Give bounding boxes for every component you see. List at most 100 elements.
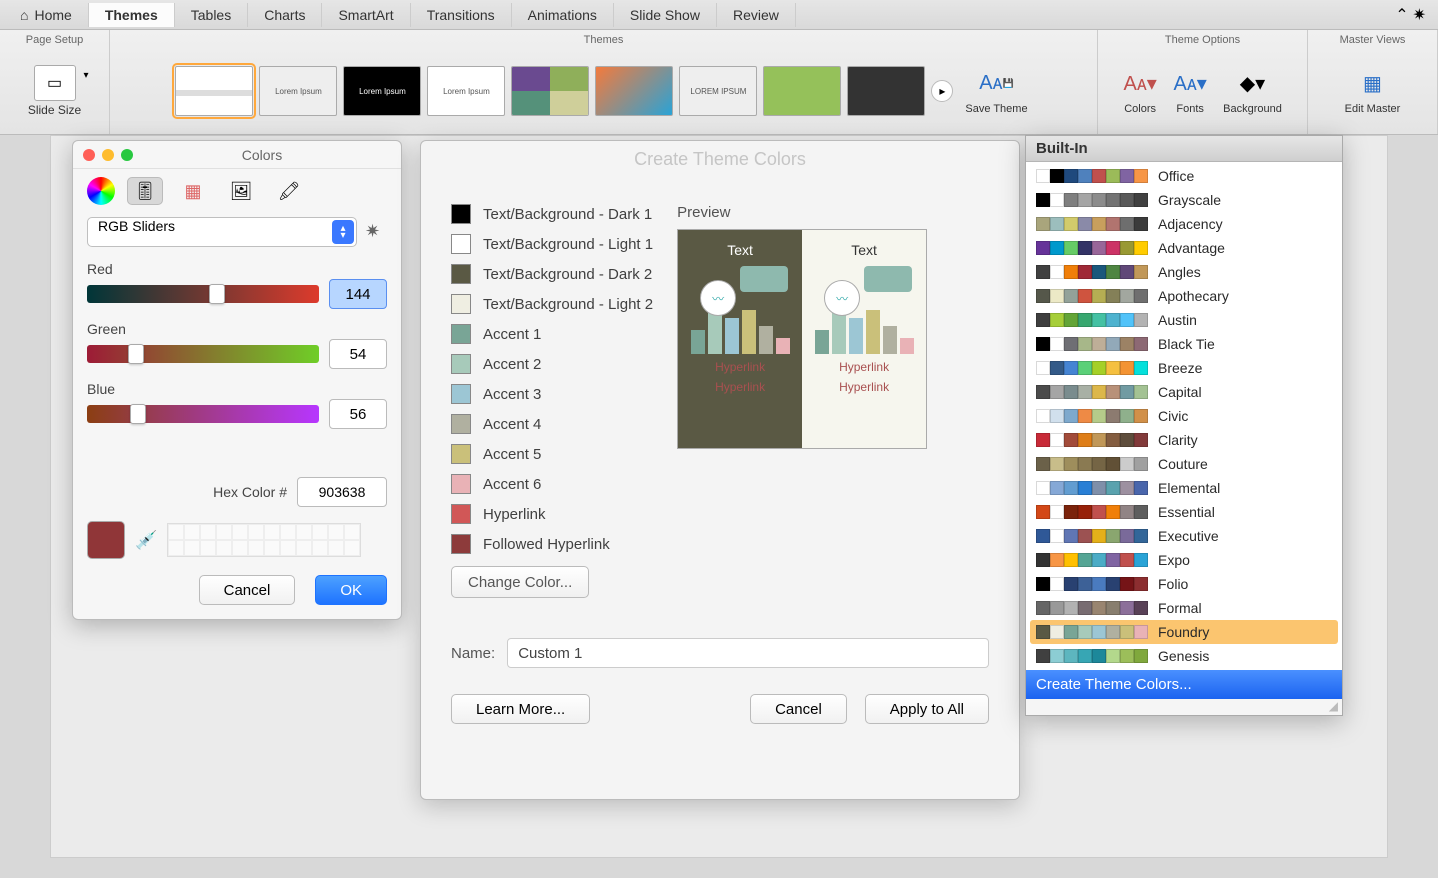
green-slider[interactable] — [87, 345, 319, 363]
theme-item[interactable]: Clarity — [1030, 428, 1338, 452]
background-button[interactable]: ◆▾ Background — [1219, 66, 1286, 117]
tab-slideshow[interactable]: Slide Show — [614, 3, 717, 27]
color-slot[interactable]: Text/Background - Light 1 — [451, 234, 653, 254]
image-palettes-tab[interactable]: 🖼 — [223, 177, 259, 205]
theme-thumbnail[interactable] — [763, 66, 841, 116]
color-palettes-tab[interactable]: ▦ — [175, 177, 211, 205]
theme-item[interactable]: Foundry — [1030, 620, 1338, 644]
theme-thumbnail[interactable]: Lorem Ipsum — [259, 66, 337, 116]
theme-item[interactable]: Advantage — [1030, 236, 1338, 260]
window-controls[interactable] — [83, 149, 133, 161]
collapse-ribbon-icon[interactable]: ⌃ — [1395, 5, 1408, 25]
tab-home[interactable]: ⌂Home — [4, 3, 89, 27]
color-slot[interactable]: Text/Background - Light 2 — [451, 294, 653, 314]
color-well[interactable] — [184, 524, 200, 540]
color-slot[interactable]: Hyperlink — [451, 504, 653, 524]
color-well[interactable] — [312, 524, 328, 540]
color-well[interactable] — [216, 540, 232, 556]
theme-thumbnail[interactable] — [595, 66, 673, 116]
color-well[interactable] — [232, 540, 248, 556]
theme-item[interactable]: Essential — [1030, 500, 1338, 524]
theme-thumbnail[interactable] — [511, 66, 589, 116]
color-well[interactable] — [248, 540, 264, 556]
tab-charts[interactable]: Charts — [248, 3, 322, 27]
color-well[interactable] — [184, 540, 200, 556]
theme-thumbnail[interactable]: LOREM IPSUM — [679, 66, 757, 116]
apply-to-all-button[interactable]: Apply to All — [865, 694, 989, 724]
blue-slider[interactable] — [87, 405, 319, 423]
theme-item[interactable]: Elemental — [1030, 476, 1338, 500]
close-icon[interactable] — [83, 149, 95, 161]
minimize-icon[interactable] — [102, 149, 114, 161]
pencils-tab[interactable]: 🖍 — [271, 177, 307, 205]
theme-item[interactable]: Apothecary — [1030, 284, 1338, 308]
green-value-input[interactable] — [329, 339, 387, 369]
slider-mode-select[interactable]: RGB Sliders ▴▾ — [87, 217, 357, 247]
tab-transitions[interactable]: Transitions — [411, 3, 512, 27]
color-slot[interactable]: Accent 1 — [451, 324, 653, 344]
theme-item[interactable]: Capital — [1030, 380, 1338, 404]
theme-item[interactable]: Angles — [1030, 260, 1338, 284]
color-well[interactable] — [264, 524, 280, 540]
blue-slider-thumb[interactable] — [130, 404, 146, 424]
dialog-cancel-button[interactable]: Cancel — [750, 694, 847, 724]
color-sliders-tab[interactable]: 🎚 — [127, 177, 163, 205]
color-well[interactable] — [328, 540, 344, 556]
color-well[interactable] — [264, 540, 280, 556]
cancel-button[interactable]: Cancel — [199, 575, 296, 605]
theme-item[interactable]: Folio — [1030, 572, 1338, 596]
color-well[interactable] — [344, 540, 360, 556]
resize-grip-icon[interactable]: ◢ — [1026, 699, 1342, 715]
color-well[interactable] — [280, 540, 296, 556]
theme-item[interactable]: Couture — [1030, 452, 1338, 476]
tab-tables[interactable]: Tables — [175, 3, 248, 27]
color-well[interactable] — [216, 524, 232, 540]
change-color-button[interactable]: Change Color... — [451, 566, 589, 598]
color-slot[interactable]: Accent 6 — [451, 474, 653, 494]
theme-thumbnail[interactable] — [847, 66, 925, 116]
theme-item[interactable]: Grayscale — [1030, 188, 1338, 212]
color-slot[interactable]: Accent 4 — [451, 414, 653, 434]
hex-input[interactable] — [297, 477, 387, 507]
color-well[interactable] — [312, 540, 328, 556]
theme-item[interactable]: Formal — [1030, 596, 1338, 620]
theme-thumbnail[interactable] — [175, 66, 253, 116]
theme-item[interactable]: Breeze — [1030, 356, 1338, 380]
save-theme-button[interactable]: Aᴀ💾 Save Theme — [961, 66, 1031, 117]
theme-name-input[interactable] — [507, 638, 989, 668]
tab-themes[interactable]: Themes — [89, 3, 175, 27]
color-well[interactable] — [296, 540, 312, 556]
color-well[interactable] — [168, 524, 184, 540]
color-slot[interactable]: Accent 3 — [451, 384, 653, 404]
blue-value-input[interactable] — [329, 399, 387, 429]
settings-gear-icon[interactable]: ✷ — [1413, 5, 1426, 25]
theme-fonts-button[interactable]: Aᴀ▾ Fonts — [1169, 66, 1211, 117]
color-well[interactable] — [232, 524, 248, 540]
color-well[interactable] — [280, 524, 296, 540]
color-slot[interactable]: Accent 5 — [451, 444, 653, 464]
color-well[interactable] — [168, 540, 184, 556]
color-well[interactable] — [344, 524, 360, 540]
theme-item[interactable]: Civic — [1030, 404, 1338, 428]
eyedropper-icon[interactable]: 💉 — [135, 530, 157, 551]
red-slider-thumb[interactable] — [209, 284, 225, 304]
tab-animations[interactable]: Animations — [512, 3, 614, 27]
theme-item[interactable]: Genesis — [1030, 644, 1338, 668]
color-slot[interactable]: Followed Hyperlink — [451, 534, 653, 554]
theme-item[interactable]: Expo — [1030, 548, 1338, 572]
color-slot[interactable]: Text/Background - Dark 2 — [451, 264, 653, 284]
slider-options-gear-icon[interactable]: ✷ — [365, 221, 387, 243]
color-well[interactable] — [248, 524, 264, 540]
learn-more-button[interactable]: Learn More... — [451, 694, 590, 724]
theme-item[interactable]: Black Tie — [1030, 332, 1338, 356]
color-wheel-tab[interactable] — [87, 177, 115, 205]
theme-thumbnail[interactable]: Lorem Ipsum — [343, 66, 421, 116]
colors-titlebar[interactable]: Colors — [73, 141, 401, 169]
theme-scroll[interactable]: OfficeGrayscaleAdjacencyAdvantageAnglesA… — [1026, 162, 1342, 670]
color-slot[interactable]: Text/Background - Dark 1 — [451, 204, 653, 224]
tab-review[interactable]: Review — [717, 3, 796, 27]
tab-smartart[interactable]: SmartArt — [322, 3, 410, 27]
zoom-icon[interactable] — [121, 149, 133, 161]
theme-thumbnail[interactable]: Lorem Ipsum — [427, 66, 505, 116]
theme-colors-button[interactable]: Aᴀ▾ Colors — [1119, 66, 1161, 117]
